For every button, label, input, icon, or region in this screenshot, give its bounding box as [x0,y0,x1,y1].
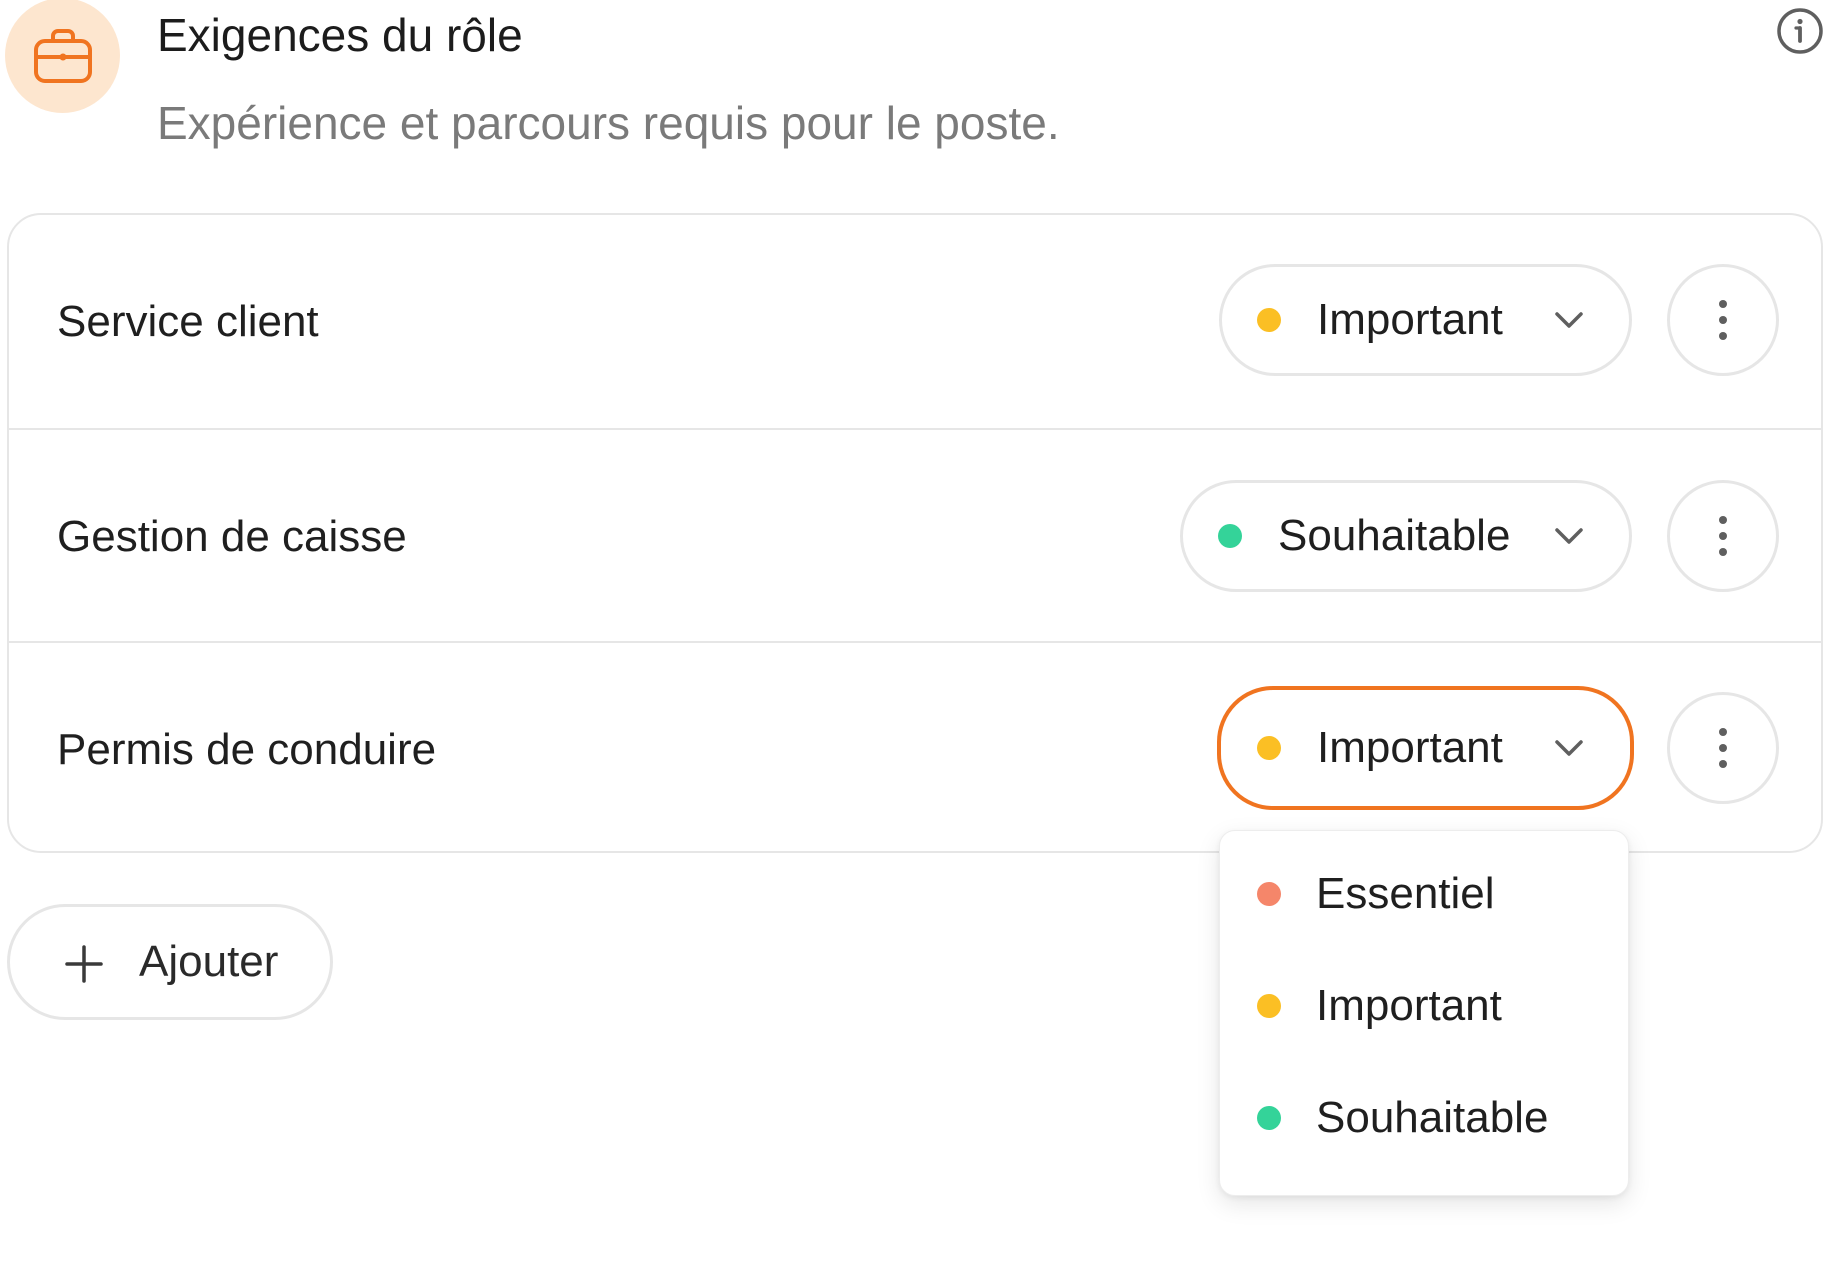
dropdown-option-souhaitable[interactable]: Souhaitable [1220,1068,1628,1168]
more-vertical-icon [1719,516,1727,556]
priority-dot-important [1257,308,1281,332]
briefcase-icon [33,28,92,83]
option-label: Important [1316,981,1502,1030]
more-vertical-icon [1719,728,1727,768]
chevron-down-icon [1555,528,1583,544]
priority-dot-important [1257,736,1281,760]
requirements-list: Service client Important Gestion de cais… [7,213,1823,853]
info-icon[interactable] [1775,6,1825,56]
more-options-button[interactable] [1667,692,1779,804]
priority-dot-souhaitable [1257,1106,1281,1130]
priority-select-value: Important [1317,723,1503,772]
requirement-label: Permis de conduire [57,724,437,774]
chevron-down-icon [1555,740,1583,756]
priority-select-value: Souhaitable [1278,511,1511,560]
chevron-down-icon [1555,312,1583,328]
requirement-row: Service client Important [9,215,1821,428]
requirement-label: Gestion de caisse [57,511,407,561]
dropdown-option-important[interactable]: Important [1220,956,1628,1056]
option-label: Souhaitable [1316,1093,1549,1142]
plus-icon [65,945,103,983]
requirement-label: Service client [57,296,319,346]
section-title: Exigences du rôle [157,9,523,61]
more-vertical-icon [1719,300,1727,340]
priority-select-value: Important [1317,295,1503,344]
priority-select-active[interactable]: Important [1217,686,1634,810]
priority-select[interactable]: Souhaitable [1180,480,1632,592]
add-requirement-button[interactable]: Ajouter [7,904,333,1020]
more-options-button[interactable] [1667,264,1779,376]
priority-dot-important [1257,994,1281,1018]
option-label: Essentiel [1316,869,1495,918]
priority-select[interactable]: Important [1219,264,1632,376]
requirement-row: Permis de conduire Important [9,641,1821,856]
section-subtitle: Expérience et parcours requis pour le po… [157,97,1060,149]
more-options-button[interactable] [1667,480,1779,592]
header-icon-badge [5,0,120,113]
priority-dropdown-menu: Essentiel Important Souhaitable [1219,830,1629,1196]
priority-dot-essentiel [1257,882,1281,906]
priority-dot-souhaitable [1218,524,1242,548]
dropdown-option-essentiel[interactable]: Essentiel [1220,844,1628,944]
add-button-label: Ajouter [139,937,279,986]
requirement-row: Gestion de caisse Souhaitable [9,428,1821,643]
